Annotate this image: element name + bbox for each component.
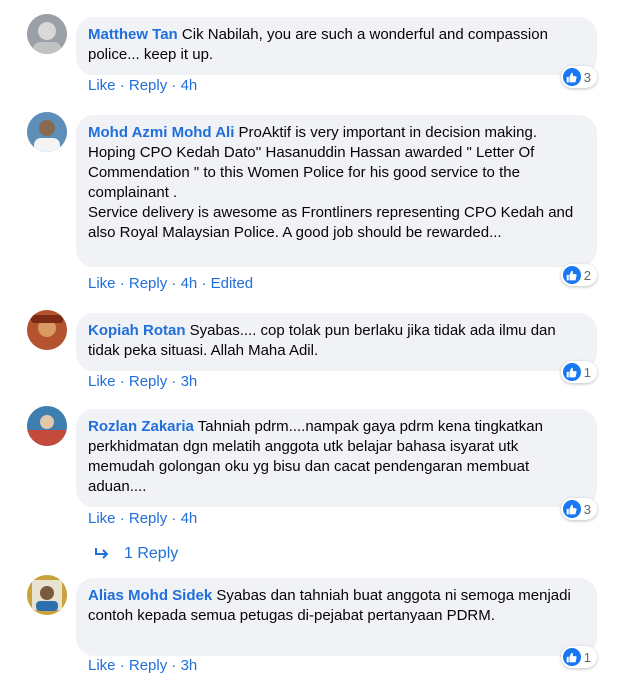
comment-bubble: Matthew Tan Cik Nabilah, you are such a …	[76, 17, 597, 75]
like-link[interactable]: Like	[88, 373, 116, 390]
comment-text: ProAktif is very important in decision m…	[88, 124, 574, 241]
reply-link[interactable]: Reply	[129, 275, 167, 292]
timestamp[interactable]: 4h	[181, 77, 198, 94]
reaction-number: 3	[583, 69, 591, 85]
reaction-count[interactable]: 1	[560, 361, 597, 383]
comment-bubble: Alias Mohd Sidek Syabas dan tahniah buat…	[76, 578, 597, 656]
comment-author[interactable]: Kopiah Rotan	[88, 322, 186, 339]
like-icon	[562, 68, 581, 86]
like-icon	[562, 500, 581, 518]
avatar[interactable]	[27, 112, 67, 152]
like-link[interactable]: Like	[88, 657, 116, 674]
view-replies-link[interactable]: 1 Reply	[94, 545, 178, 563]
edited-label[interactable]: Edited	[211, 275, 254, 292]
like-link[interactable]: Like	[88, 275, 116, 292]
like-icon	[562, 648, 581, 666]
comment-author[interactable]: Rozlan Zakaria	[88, 418, 194, 435]
reply-link[interactable]: Reply	[129, 510, 167, 527]
reaction-count[interactable]: 2	[560, 264, 597, 286]
reply-arrow-icon	[95, 548, 109, 559]
timestamp[interactable]: 3h	[181, 657, 198, 674]
comment-bubble: Rozlan Zakaria Tahniah pdrm....nampak ga…	[76, 409, 597, 507]
reaction-number: 3	[583, 501, 591, 517]
like-link[interactable]: Like	[88, 77, 116, 94]
comment-author[interactable]: Mohd Azmi Mohd Ali	[88, 124, 234, 141]
replies-label[interactable]: 1 Reply	[124, 545, 178, 563]
reply-link[interactable]: Reply	[129, 373, 167, 390]
avatar[interactable]	[27, 575, 67, 615]
comment-actions: Like · Reply · 4h	[88, 510, 198, 527]
comment-author[interactable]: Alias Mohd Sidek	[88, 587, 212, 604]
reaction-number: 2	[583, 267, 591, 283]
comment-actions: Like · Reply · 3h	[88, 657, 198, 674]
like-icon	[562, 266, 581, 284]
avatar[interactable]	[27, 406, 67, 446]
comment-actions: Like · Reply · 3h	[88, 373, 198, 390]
reaction-number: 1	[583, 649, 591, 665]
reaction-count[interactable]: 3	[560, 498, 597, 520]
avatar[interactable]	[27, 14, 67, 54]
reaction-number: 1	[583, 364, 591, 380]
comment-actions: Like · Reply · 4h · Edited	[88, 275, 254, 292]
comment-actions: Like · Reply · 4h	[88, 77, 198, 94]
comment-bubble: Kopiah Rotan Syabas.... cop tolak pun be…	[76, 313, 597, 371]
comment-author[interactable]: Matthew Tan	[88, 26, 178, 43]
like-icon	[562, 363, 581, 381]
reaction-count[interactable]: 3	[560, 66, 597, 88]
reply-link[interactable]: Reply	[129, 657, 167, 674]
timestamp[interactable]: 4h	[181, 275, 198, 292]
avatar[interactable]	[27, 310, 67, 350]
timestamp[interactable]: 4h	[181, 510, 198, 527]
like-link[interactable]: Like	[88, 510, 116, 527]
reply-link[interactable]: Reply	[129, 77, 167, 94]
reaction-count[interactable]: 1	[560, 646, 597, 668]
comment-bubble: Mohd Azmi Mohd Ali ProAktif is very impo…	[76, 115, 597, 267]
timestamp[interactable]: 3h	[181, 373, 198, 390]
